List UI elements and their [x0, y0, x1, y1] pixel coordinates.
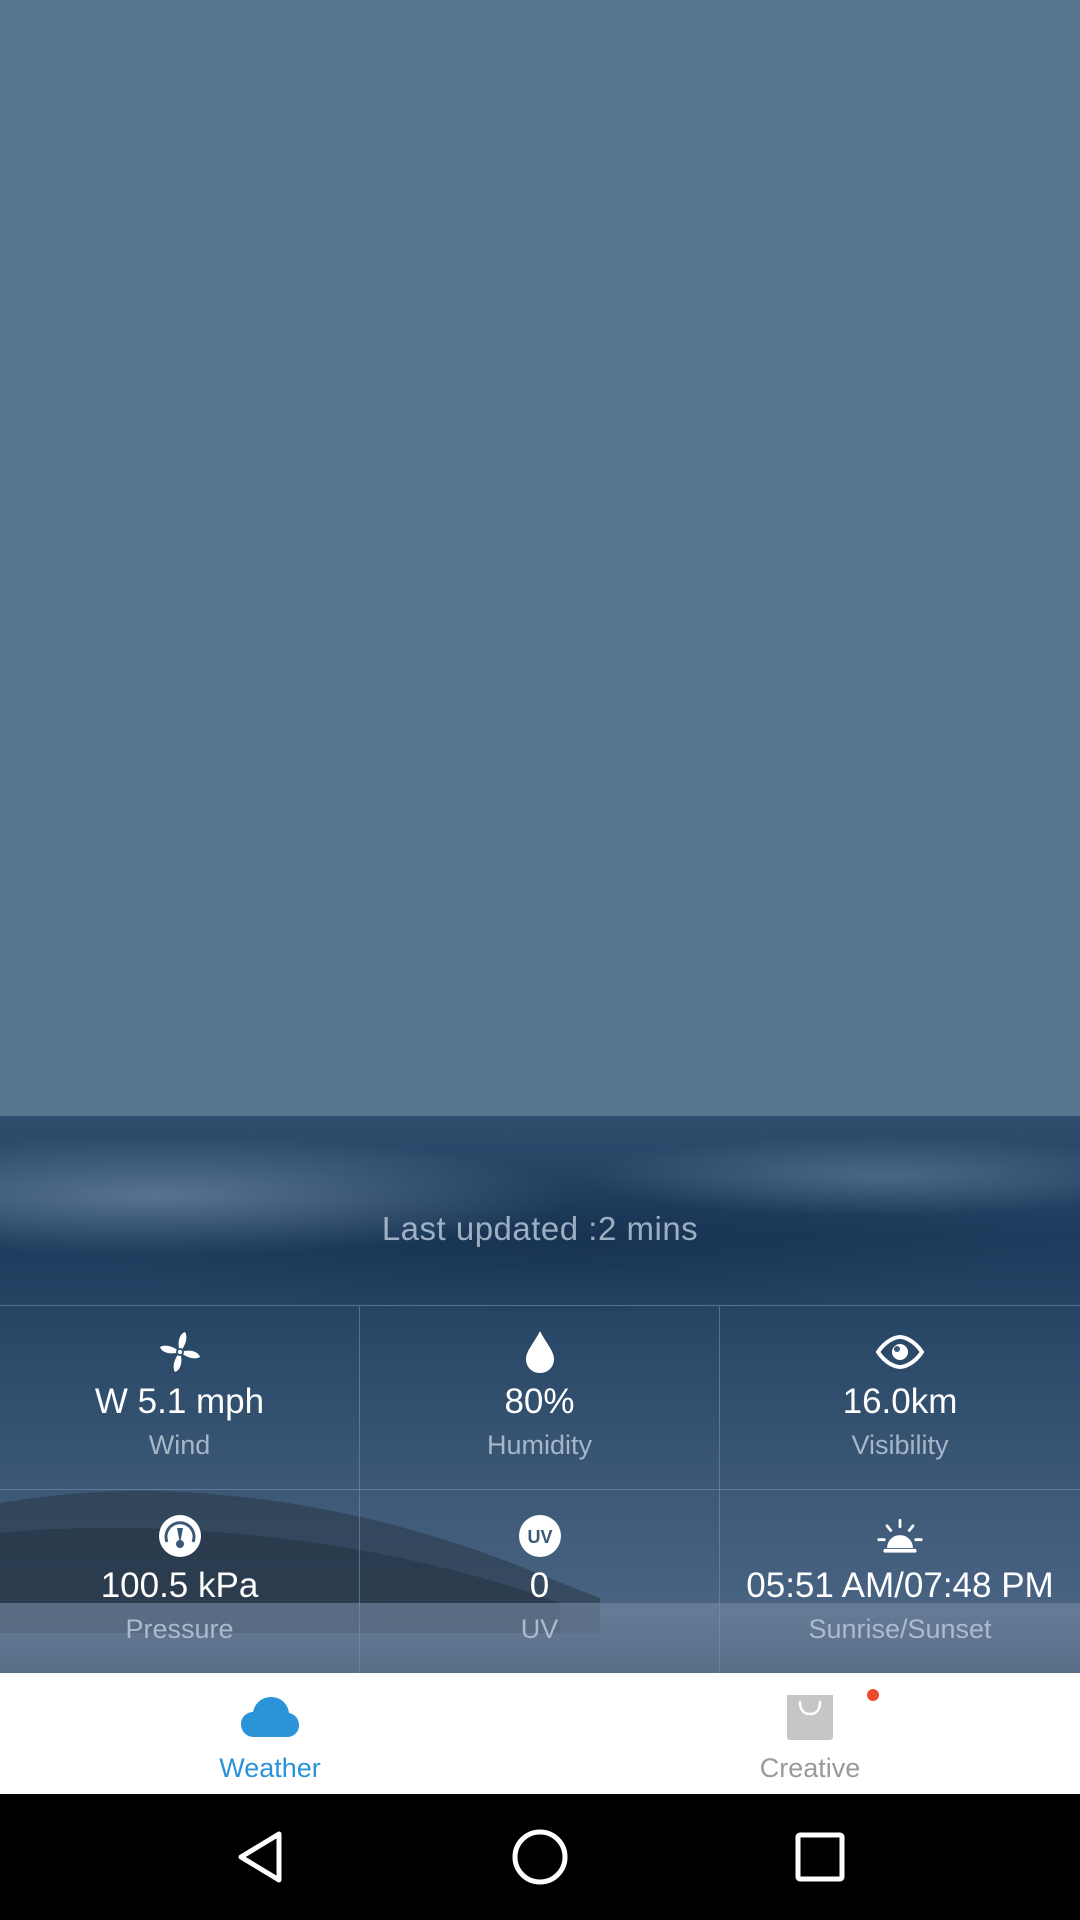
screen: Last updated :2 mins W 5.1 mph Wind 80% …	[0, 0, 1080, 1920]
visibility-stat[interactable]: 16.0km Visibility	[720, 1306, 1080, 1490]
recents-icon[interactable]	[785, 1822, 855, 1892]
visibility-label: Visibility	[851, 1430, 949, 1460]
notification-badge	[867, 1689, 879, 1701]
tab-creative-label: Creative	[759, 1753, 861, 1783]
sunrise-sunset-stat[interactable]: 05:51 AM/07:48 PM Sunrise/Sunset	[720, 1490, 1080, 1673]
tab-weather-label: Weather	[219, 1753, 321, 1783]
droplet-icon	[516, 1328, 564, 1376]
humidity-stat[interactable]: 80% Humidity	[360, 1306, 720, 1490]
wind-stat[interactable]: W 5.1 mph Wind	[0, 1306, 360, 1490]
uv-stat[interactable]: UV 0 UV	[360, 1490, 720, 1673]
weather-details-panel: Last updated :2 mins W 5.1 mph Wind 80% …	[0, 1116, 1080, 1673]
humidity-value: 80%	[504, 1382, 575, 1421]
tab-creative[interactable]: Creative	[540, 1673, 1080, 1794]
bottom-navigation: Weather Creative	[0, 1673, 1080, 1794]
pressure-value: 100.5 kPa	[100, 1566, 259, 1605]
uv-value: 0	[529, 1566, 550, 1605]
eye-icon	[876, 1328, 924, 1376]
humidity-label: Humidity	[486, 1430, 593, 1460]
uv-icon: UV	[516, 1512, 564, 1560]
tab-weather[interactable]: Weather	[0, 1673, 540, 1794]
gauge-icon	[156, 1512, 204, 1560]
uv-label: UV	[520, 1614, 559, 1644]
shopping-bag-icon	[780, 1687, 840, 1747]
weather-stats-grid: W 5.1 mph Wind 80% Humidity 16.0km Visib…	[0, 1305, 1080, 1673]
svg-text:UV: UV	[527, 1527, 552, 1547]
system-navigation-bar	[0, 1794, 1080, 1920]
sunrise-sunset-label: Sunrise/Sunset	[808, 1614, 992, 1644]
pressure-stat[interactable]: 100.5 kPa Pressure	[0, 1490, 360, 1673]
last-updated-text: Last updated :2 mins	[381, 1210, 699, 1247]
wind-value: W 5.1 mph	[94, 1382, 265, 1421]
visibility-value: 16.0km	[842, 1382, 958, 1421]
cloud-icon	[240, 1687, 300, 1747]
back-icon[interactable]	[225, 1822, 295, 1892]
weather-main-area	[0, 0, 1080, 1116]
wind-label: Wind	[148, 1430, 211, 1460]
sunrise-sunset-value: 05:51 AM/07:48 PM	[746, 1566, 1054, 1605]
home-icon[interactable]	[505, 1822, 575, 1892]
sunrise-icon	[876, 1512, 924, 1560]
fan-icon	[156, 1328, 204, 1376]
pressure-label: Pressure	[125, 1614, 234, 1644]
